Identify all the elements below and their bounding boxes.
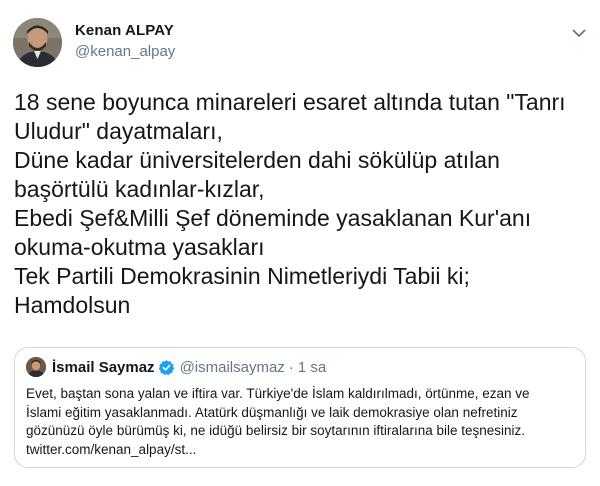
author-name[interactable]: Kenan ALPAY xyxy=(75,22,174,39)
quoted-author-name: İsmail Saymaz xyxy=(52,358,155,376)
chevron-down-icon xyxy=(572,29,586,37)
tweet-text-line: 18 sene boyunca minareleri esaret altınd… xyxy=(14,89,566,115)
quoted-author-handle: @ismailsaymaz xyxy=(179,358,285,376)
quoted-text-line: İslami eğitim yasaklanmadı. Atatürk düşm… xyxy=(26,404,518,420)
tweet-text-line: Hamdolsun xyxy=(14,292,131,318)
tweet-text: 18 sene boyunca minareleri esaret altınd… xyxy=(14,88,589,320)
tweet-text-line: Tek Partili Demokrasinin Nimetleriydi Ta… xyxy=(14,263,470,289)
verified-badge-icon xyxy=(158,359,175,376)
header-separator: · xyxy=(288,358,294,376)
author-avatar[interactable] xyxy=(13,18,62,67)
quoted-tweet[interactable]: İsmail Saymaz @ismailsaymaz · 1 sa Evet,… xyxy=(14,347,586,468)
quoted-author-avatar-image xyxy=(26,357,46,377)
author-handle[interactable]: @kenan_alpay xyxy=(75,43,175,60)
tweet-text-line: okuma-okutma yasakları xyxy=(14,234,265,260)
tweet-text-line: Ebedi Şef&Milli Şef döneminde yasaklanan… xyxy=(14,205,532,231)
tweet-text-line: başörtülü kadınlar-kızlar, xyxy=(14,176,265,202)
quoted-tweet-time: 1 sa xyxy=(297,358,327,376)
quoted-tweet-header: İsmail Saymaz @ismailsaymaz · 1 sa xyxy=(26,357,326,377)
tweet-text-line: Uludur" dayatmaları, xyxy=(14,118,223,144)
more-options-button[interactable] xyxy=(568,24,590,42)
quoted-tweet-link[interactable]: twitter.com/kenan_alpay/st... xyxy=(26,441,581,460)
quoted-author-avatar xyxy=(26,357,46,377)
quoted-text-line: Evet, baştan sona yalan ve iftira var. T… xyxy=(26,386,530,401)
author-avatar-image xyxy=(13,18,62,67)
tweet-text-line: Düne kadar üniversitelerden dahi sökülüp… xyxy=(14,147,500,173)
quoted-tweet-text: Evet, baştan sona yalan ve iftira var. T… xyxy=(26,385,581,459)
quoted-text-line: gözünüzü öyle bürümüş ki, ne idüğü belir… xyxy=(26,423,526,438)
tweet-card: Kenan ALPAY @kenan_alpay 18 sene boyunca… xyxy=(0,0,600,486)
